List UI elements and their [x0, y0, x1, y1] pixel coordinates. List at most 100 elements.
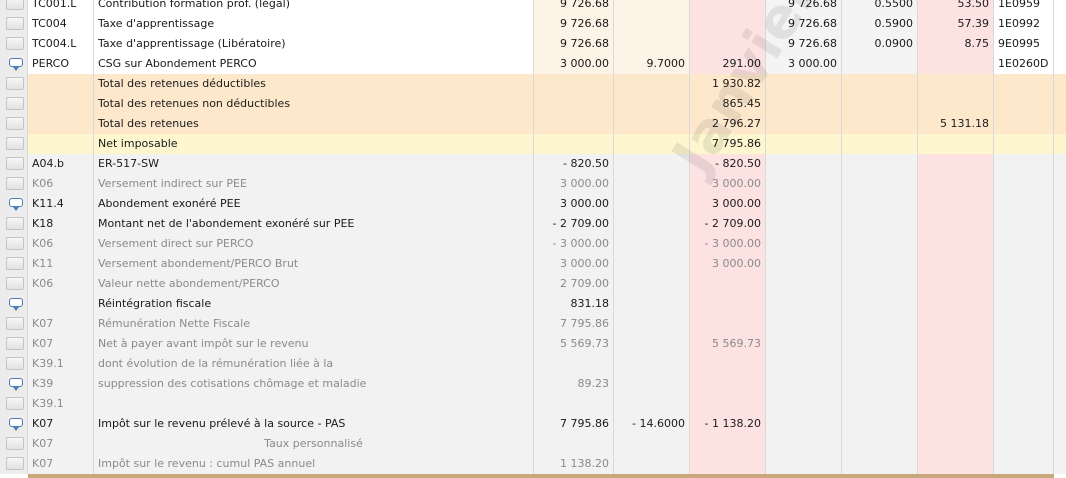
table-row[interactable]: K06 Valeur nette abondement/PERCO 2 709.00: [0, 274, 1066, 294]
row-end-spacer: [1054, 54, 1066, 74]
table-row[interactable]: K11.4 Abondement exonéré PEE 3 000.00 3 000…: [0, 194, 1066, 214]
payslip-grid: TC001.L Contribution formation prof. (lég…: [0, 0, 1066, 474]
row-checkbox-icon[interactable]: [6, 337, 24, 350]
table-row[interactable]: K39 suppression des cotisations chômage e…: [0, 374, 1066, 394]
row-selector[interactable]: [0, 234, 28, 254]
table-row[interactable]: TC004 Taxe d'apprentissage 9 726.68 9 726.6…: [0, 14, 1066, 34]
label-cell: Valeur nette abondement/PERCO: [94, 274, 534, 294]
code-cell: K11: [28, 254, 94, 274]
row-selector[interactable]: [0, 94, 28, 114]
comment-icon[interactable]: [9, 418, 23, 431]
row-checkbox-icon[interactable]: [6, 397, 24, 410]
table-row[interactable]: K11 Versement abondement/PERCO Brut 3 000.…: [0, 254, 1066, 274]
employer-amount-cell: 53.50: [918, 0, 994, 14]
table-row[interactable]: TC001.L Contribution formation prof. (lég…: [0, 0, 1066, 14]
row-selector[interactable]: [0, 214, 28, 234]
row-checkbox-icon[interactable]: [6, 17, 24, 30]
row-selector[interactable]: [0, 274, 28, 294]
row-selector[interactable]: [0, 74, 28, 94]
row-selector[interactable]: [0, 14, 28, 34]
code-cell: K07: [28, 314, 94, 334]
row-selector[interactable]: [0, 394, 28, 414]
row-checkbox-icon[interactable]: [6, 277, 24, 290]
table-row[interactable]: K07 Taux personnalisé: [0, 434, 1066, 454]
table-row[interactable]: K06 Versement indirect sur PEE 3 000.00 3 0…: [0, 174, 1066, 194]
row-selector[interactable]: [0, 434, 28, 454]
rate-cell: [614, 394, 690, 414]
reference-cell: [994, 154, 1054, 174]
row-checkbox-icon[interactable]: [6, 257, 24, 270]
table-row[interactable]: PERCO CSG sur Abondement PERCO 3 000.00 9.7…: [0, 54, 1066, 74]
row-checkbox-icon[interactable]: [6, 457, 24, 470]
comment-icon[interactable]: [9, 378, 23, 391]
reference-cell: [994, 374, 1054, 394]
row-selector[interactable]: [0, 334, 28, 354]
row-selector[interactable]: [0, 0, 28, 14]
table-row[interactable]: K07 Rémunération Nette Fiscale 7 795.86: [0, 314, 1066, 334]
row-selector[interactable]: [0, 294, 28, 314]
label-cell: Taxe d'apprentissage: [94, 14, 534, 34]
row-selector[interactable]: [0, 54, 28, 74]
amount-cell: [690, 294, 766, 314]
rate-cell: [614, 434, 690, 454]
row-checkbox-icon[interactable]: [6, 77, 24, 90]
row-selector[interactable]: [0, 34, 28, 54]
row-selector[interactable]: [0, 154, 28, 174]
table-row[interactable]: K07 Impôt sur le revenu : cumul PAS annue…: [0, 454, 1066, 474]
base-cell: 3 000.00: [534, 254, 614, 274]
row-checkbox-icon[interactable]: [6, 317, 24, 330]
comment-icon[interactable]: [9, 198, 23, 211]
table-row[interactable]: K07 Net à payer avant impôt sur le revenu…: [0, 334, 1066, 354]
row-selector[interactable]: [0, 454, 28, 474]
row-checkbox-icon[interactable]: [6, 97, 24, 110]
amount-cell: - 1 138.20: [690, 414, 766, 434]
employer-base-cell: 9 726.68: [766, 34, 842, 54]
row-checkbox-icon[interactable]: [6, 137, 24, 150]
label-cell: Total des retenues déductibles: [94, 74, 534, 94]
row-end-spacer: [1054, 394, 1066, 414]
label-cell: Taxe d'apprentissage (Libératoire): [94, 34, 534, 54]
row-selector[interactable]: [0, 254, 28, 274]
base-cell: 89.23: [534, 374, 614, 394]
comment-icon[interactable]: [9, 298, 23, 311]
table-row[interactable]: Réintégration fiscale 831.18: [0, 294, 1066, 314]
table-row[interactable]: Total des retenues 2 796.27 5 131.18: [0, 114, 1066, 134]
row-selector[interactable]: [0, 314, 28, 334]
code-cell: TC004.L: [28, 34, 94, 54]
row-checkbox-icon[interactable]: [6, 217, 24, 230]
employer-amount-cell: [918, 254, 994, 274]
table-row[interactable]: Total des retenues non déductibles 865.45: [0, 94, 1066, 114]
rate-cell: [614, 234, 690, 254]
table-row[interactable]: K18 Montant net de l'abondement exonéré s…: [0, 214, 1066, 234]
comment-icon[interactable]: [9, 58, 23, 71]
row-checkbox-icon[interactable]: [6, 0, 24, 10]
table-row[interactable]: A04.b ER-517-SW - 820.50- 820.50: [0, 154, 1066, 174]
row-selector[interactable]: [0, 374, 28, 394]
row-selector[interactable]: [0, 194, 28, 214]
employer-rate-cell: [842, 394, 918, 414]
row-selector[interactable]: [0, 354, 28, 374]
employer-amount-cell: [918, 434, 994, 454]
code-cell: PERCO: [28, 54, 94, 74]
row-selector[interactable]: [0, 174, 28, 194]
row-selector[interactable]: [0, 114, 28, 134]
row-checkbox-icon[interactable]: [6, 157, 24, 170]
table-row[interactable]: TC004.L Taxe d'apprentissage (Libératoire…: [0, 34, 1066, 54]
row-checkbox-icon[interactable]: [6, 37, 24, 50]
employer-rate-cell: [842, 254, 918, 274]
reference-cell: [994, 434, 1054, 454]
table-row[interactable]: K06 Versement direct sur PERCO - 3 000.00-…: [0, 234, 1066, 254]
row-checkbox-icon[interactable]: [6, 357, 24, 370]
table-row[interactable]: Net imposable 7 795.86: [0, 134, 1066, 154]
table-row[interactable]: K39.1: [0, 394, 1066, 414]
row-selector[interactable]: [0, 134, 28, 154]
row-checkbox-icon[interactable]: [6, 177, 24, 190]
row-checkbox-icon[interactable]: [6, 117, 24, 130]
row-checkbox-icon[interactable]: [6, 237, 24, 250]
row-selector[interactable]: [0, 414, 28, 434]
table-row[interactable]: K07 Impôt sur le revenu prélevé à la sour…: [0, 414, 1066, 434]
row-checkbox-icon[interactable]: [6, 437, 24, 450]
label-cell: dont évolution de la rémunération liée à…: [94, 354, 534, 374]
table-row[interactable]: K39.1 dont évolution de la rémunération l…: [0, 354, 1066, 374]
table-row[interactable]: Total des retenues déductibles 1 930.82: [0, 74, 1066, 94]
